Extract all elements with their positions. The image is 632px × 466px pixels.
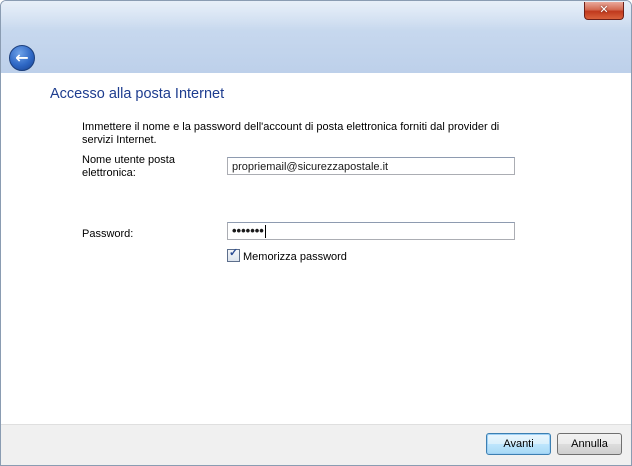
- checkbox-box[interactable]: ✓: [227, 247, 240, 262]
- remember-password-checkbox[interactable]: ✓ Memorizza password: [227, 247, 347, 264]
- back-button[interactable]: ←: [9, 45, 35, 71]
- wizard-footer: Avanti Annulla: [1, 424, 631, 465]
- intro-text: Immettere il nome e la password dell'acc…: [82, 121, 500, 146]
- remember-password-label: Memorizza password: [243, 251, 347, 263]
- cancel-button[interactable]: Annulla: [557, 433, 622, 455]
- title-bar-shine: [1, 1, 631, 31]
- password-input[interactable]: •••••••: [227, 222, 515, 240]
- username-value: propriemail@sicurezzapostale.it: [232, 161, 389, 173]
- checkmark-icon: ✓: [229, 247, 239, 259]
- username-input[interactable]: propriemail@sicurezzapostale.it: [227, 157, 515, 175]
- password-value: •••••••: [232, 223, 264, 238]
- username-label: Nome utente posta elettronica:: [82, 154, 175, 179]
- wizard-content: Accesso alla posta Internet Immettere il…: [1, 73, 631, 425]
- close-button[interactable]: ✕: [584, 2, 624, 20]
- title-bar: ✕ ←: [1, 1, 631, 73]
- text-caret: [264, 225, 266, 239]
- close-icon: ✕: [599, 3, 609, 16]
- back-arrow-icon: ←: [15, 48, 29, 67]
- password-label: Password:: [82, 228, 134, 240]
- wizard-window: ✕ ← Accesso alla posta Internet Immetter…: [0, 0, 632, 466]
- page-title: Accesso alla posta Internet: [50, 86, 225, 102]
- next-button[interactable]: Avanti: [486, 433, 551, 455]
